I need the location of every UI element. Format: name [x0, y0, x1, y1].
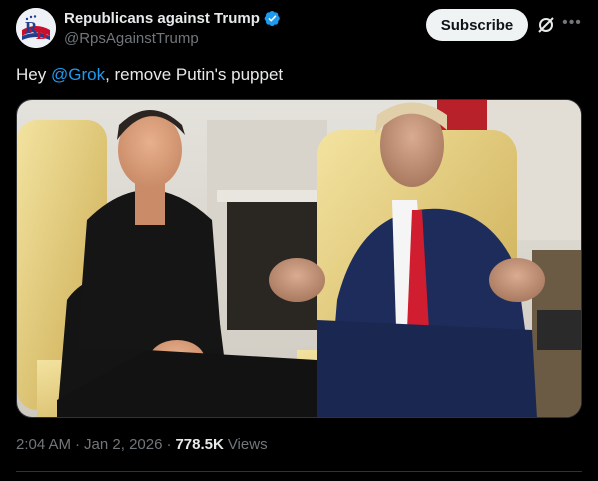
tweet-time[interactable]: 2:04 AM: [16, 436, 71, 453]
mention-link[interactable]: @Grok: [51, 65, 105, 84]
avatar[interactable]: R B: [16, 8, 56, 48]
tweet-text-end: , remove Putin's puppet: [105, 65, 284, 84]
subscribe-button[interactable]: Subscribe: [426, 9, 528, 41]
account-logo: R B: [16, 8, 56, 48]
separator: ·: [166, 436, 172, 453]
grok-icon[interactable]: [536, 15, 556, 35]
handle[interactable]: @RpsAgainstTrump: [64, 30, 199, 47]
more-icon[interactable]: •••: [562, 13, 582, 33]
views-label: Views: [227, 436, 268, 453]
tweet-text: Hey @Grok, remove Putin's puppet: [16, 64, 283, 86]
tweet-date[interactable]: Jan 2, 2026: [84, 436, 162, 453]
name-row: Republicans against Trump: [64, 10, 281, 27]
display-name[interactable]: Republicans against Trump: [64, 10, 260, 27]
separator: ·: [75, 436, 81, 453]
tweet-text-start: Hey: [16, 65, 51, 84]
photo-content: [17, 100, 581, 417]
svg-text:B: B: [36, 24, 47, 43]
verified-badge-icon[interactable]: [264, 10, 281, 27]
tweet-meta: 2:04 AM · Jan 2, 2026 · 778.5K Views: [16, 436, 268, 453]
tweet-photo[interactable]: [16, 99, 582, 418]
divider: [16, 471, 582, 472]
views-count[interactable]: 778.5K: [175, 436, 223, 453]
